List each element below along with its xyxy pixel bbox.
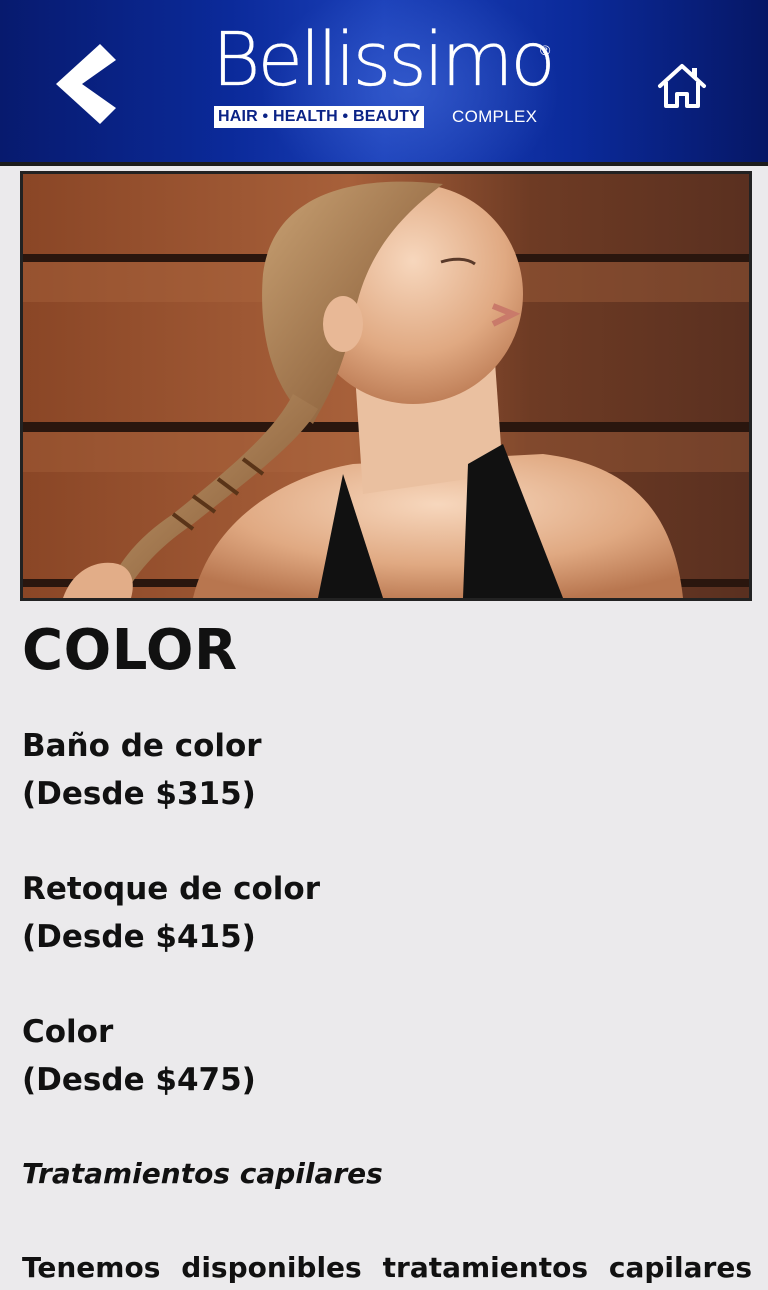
subsection-title: Tratamientos capilares (22, 1157, 383, 1190)
chevron-left-icon (56, 44, 116, 124)
bellissimo-logo: Bellissimo ® HAIR • HEALTH • BEAUTY COMP… (210, 20, 560, 132)
service-item: Color (Desde $475) (22, 1008, 256, 1104)
logo-tagline: HAIR • HEALTH • BEAUTY (214, 106, 424, 128)
woman-with-braided-hair-photo (23, 174, 749, 598)
logo-tagline-suffix: COMPLEX (452, 107, 538, 126)
logo-registered-mark: ® (540, 42, 551, 58)
service-price: (Desde $415) (22, 919, 256, 955)
home-button[interactable] (650, 56, 714, 116)
service-price: (Desde $315) (22, 776, 256, 812)
service-item: Retoque de color (Desde $415) (22, 865, 320, 961)
service-name: Retoque de color (22, 871, 320, 907)
service-price: (Desde $475) (22, 1062, 256, 1098)
home-icon (658, 64, 706, 108)
page-title: COLOR (22, 618, 238, 683)
back-button[interactable] (44, 38, 124, 130)
logo-wordmark: Bellissimo (212, 17, 556, 103)
service-content: COLOR Baño de color (Desde $315) Retoque… (22, 612, 752, 1284)
service-name: Color (22, 1014, 114, 1050)
description-paragraph: Tenemos disponibles tratamientos capilar… (22, 1251, 752, 1284)
service-item: Baño de color (Desde $315) (22, 722, 262, 818)
hero-photo (20, 171, 752, 601)
service-name: Baño de color (22, 728, 262, 764)
app-header: Bellissimo ® HAIR • HEALTH • BEAUTY COMP… (0, 0, 768, 166)
